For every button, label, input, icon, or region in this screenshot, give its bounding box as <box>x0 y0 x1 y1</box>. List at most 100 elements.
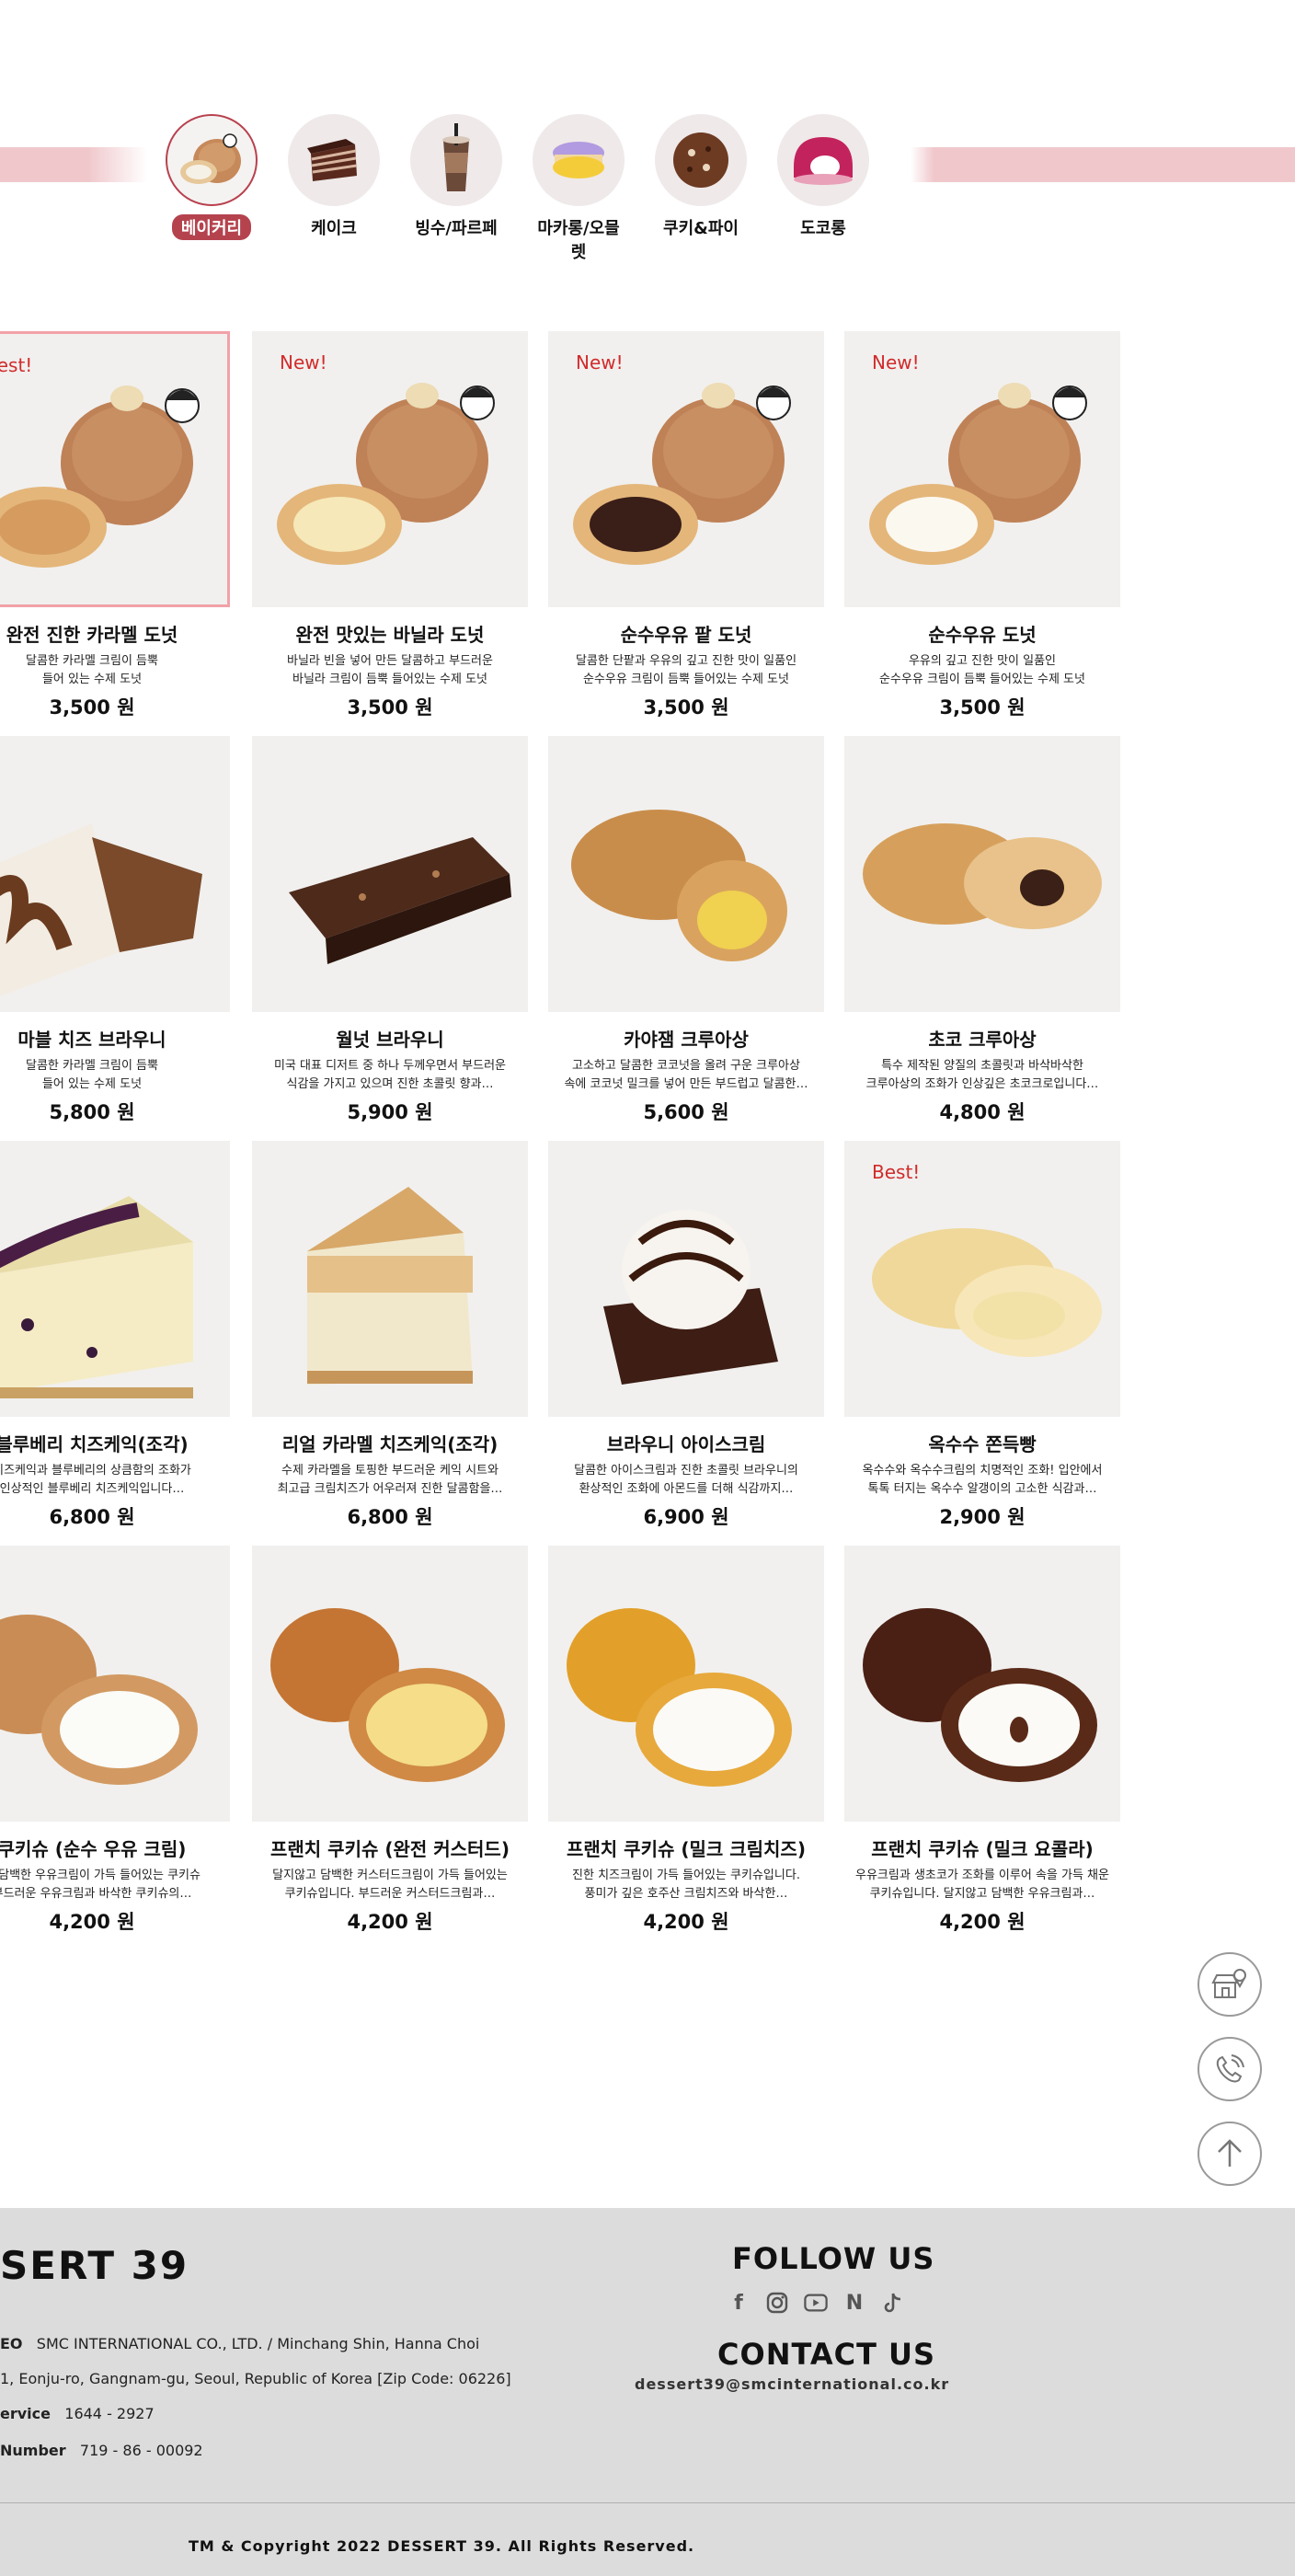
bakery-icon <box>166 114 258 206</box>
category-macaron[interactable]: 마카롱/오믈렛 <box>528 114 629 264</box>
product-price: 3,500 원 <box>49 696 135 719</box>
store-location-button[interactable] <box>1198 1952 1262 2017</box>
follow-us-heading: FOLLOW US <box>732 2241 935 2276</box>
product-image[interactable] <box>548 1141 824 1417</box>
product-name[interactable]: 초코 크루아상 <box>844 1025 1120 1052</box>
category-bingsu[interactable]: 빙수/파르페 <box>406 114 507 240</box>
product-name[interactable]: 카야잼 크루아상 <box>548 1025 824 1052</box>
product-image[interactable] <box>0 736 230 1012</box>
copyright: TM & Copyright 2022 DESSERT 39. All Righ… <box>189 2537 695 2555</box>
product-price: 6,800 원 <box>347 1506 433 1528</box>
contact-us-heading: CONTACT US <box>717 2337 936 2372</box>
product-badge: New! <box>280 351 327 374</box>
product-card[interactable]: 프랜치 쿠키슈 (밀크 요콜라) 우유크림과 생초코가 조화를 이루어 속을 가… <box>844 1546 1120 1935</box>
product-name[interactable]: 순수우유 도넛 <box>844 620 1120 647</box>
product-name[interactable]: 블루베리 치즈케익(조각) <box>0 1430 230 1456</box>
product-description: 고소하고 달콤한 코코넛을 올려 구운 크루아상 속에 코코넛 밀크를 넣어 만든… <box>564 1059 808 1091</box>
product-card[interactable]: Best! 완전 진한 카라멜 도넛 달콤한 카라멜 크림이 듬뿍들어 있는 수… <box>0 331 230 720</box>
product-description: 달콤한 카라멜 크림이 듬뿍 들어 있는 수제 도넛 <box>26 654 158 686</box>
bingsu-icon <box>410 114 502 206</box>
product-name[interactable]: 옥수수 쫀득빵 <box>844 1430 1120 1456</box>
product-image[interactable] <box>252 1141 528 1417</box>
product-image[interactable]: Best! <box>844 1141 1120 1417</box>
product-name[interactable]: 리얼 카라멜 치즈케익(조각) <box>252 1430 528 1456</box>
product-image[interactable]: New! <box>252 331 528 607</box>
product-name[interactable]: 브라우니 아이스크림 <box>548 1430 824 1456</box>
product-card[interactable]: 블루베리 치즈케익(조각) 치즈케익과 블루베리의 상큼함의 조화가 인상적인 블… <box>0 1141 230 1530</box>
product-description: 옥수수와 옥수수크림의 치명적인 조화! 입안에서 톡톡 터지는 옥수수 알갱이의… <box>862 1464 1103 1496</box>
product-image[interactable] <box>252 1546 528 1822</box>
product-description: 특수 제작된 양질의 초콜릿과 바삭바삭한 크루아상의 조화가 인상깊은 초코크로… <box>865 1059 1099 1091</box>
product-card[interactable]: Best! 옥수수 쫀득빵 옥수수와 옥수수크림의 치명적인 조화! 입안에서 톡… <box>844 1141 1120 1530</box>
social-links: f N <box>727 2291 905 2315</box>
product-name[interactable]: 완전 맛있는 바닐라 도넛 <box>252 620 528 647</box>
product-image[interactable] <box>0 1141 230 1417</box>
product-image[interactable] <box>252 736 528 1012</box>
tiktok-icon[interactable] <box>881 2291 905 2315</box>
product-name[interactable]: 쿠키슈 (순수 우유 크림) <box>0 1834 230 1861</box>
phone-button[interactable] <box>1198 2037 1262 2101</box>
category-docorong[interactable]: 도코롱 <box>773 114 874 240</box>
instagram-icon[interactable] <box>765 2291 789 2315</box>
facebook-icon[interactable]: f <box>727 2291 751 2315</box>
product-price: 3,500 원 <box>347 696 433 719</box>
product-card[interactable]: 프랜치 쿠키슈 (밀크 크림치즈) 진한 치즈크림이 가득 들어있는 쿠키슈입니… <box>548 1546 824 1935</box>
product-card[interactable]: New! 순수우유 팥 도넛 달콤한 단팥과 우유의 깊고 진한 맛이 일품인 순… <box>548 331 824 720</box>
product-description: 우유크림과 생초코가 조화를 이루어 속을 가득 채운 쿠키슈입니다. 달지않고 … <box>855 1869 1109 1901</box>
product-price: 4,200 원 <box>643 1911 729 1933</box>
footer-ceo: EO SMC INTERNATIONAL CO., LTD. / Minchan… <box>0 2335 480 2352</box>
footer-business-number: Number 719 - 86 - 00092 <box>0 2442 203 2459</box>
product-image[interactable]: Best! <box>0 331 230 607</box>
macaron-icon <box>533 114 625 206</box>
product-card[interactable]: 초코 크루아상 특수 제작된 양질의 초콜릿과 바삭바삭한 크루아상의 조화가 인… <box>844 736 1120 1125</box>
product-description: 달콤한 단팥과 우유의 깊고 진한 맛이 일품인 순수우유 크림이 듬뿍 들어있는… <box>575 654 797 686</box>
category-label: 케이크 <box>311 219 357 238</box>
youtube-icon[interactable] <box>804 2291 828 2315</box>
product-price: 5,900 원 <box>347 1101 433 1123</box>
product-badge: New! <box>576 351 624 374</box>
product-card[interactable]: 쿠키슈 (순수 우유 크림) 고 담백한 우유크림이 가득 들어있는 쿠키슈 부드… <box>0 1546 230 1935</box>
product-name[interactable]: 월넛 브라우니 <box>252 1025 528 1052</box>
product-image[interactable]: New! <box>844 331 1120 607</box>
category-label: 도코롱 <box>800 219 846 238</box>
product-card[interactable]: 프랜치 쿠키슈 (완전 커스터드) 달지않고 담백한 커스터드크림이 가득 들어… <box>252 1546 528 1935</box>
scroll-top-button[interactable] <box>1198 2122 1262 2186</box>
product-description: 달콤한 아이스크림과 진한 초콜릿 브라우니의 환상적인 조화에 아몬드를 더해 … <box>574 1464 798 1496</box>
product-description: 미국 대표 디저트 중 하나 두께우면서 부드러운 식감을 가지고 있으며 진한 … <box>273 1059 507 1091</box>
product-name[interactable]: 프랜치 쿠키슈 (밀크 크림치즈) <box>548 1834 824 1861</box>
category-cookie[interactable]: 쿠키&파이 <box>650 114 751 240</box>
product-price: 6,900 원 <box>643 1506 729 1528</box>
product-card[interactable]: New! 순수우유 도넛 우유의 깊고 진한 맛이 일품인 순수우유 크림이 듬뿍… <box>844 331 1120 720</box>
category-label: 마카롱/오믈렛 <box>537 219 620 262</box>
product-card[interactable]: New! 완전 맛있는 바닐라 도넛 바닐라 빈을 넣어 만든 달콤하고 부드러… <box>252 331 528 720</box>
product-card[interactable]: 브라우니 아이스크림 달콤한 아이스크림과 진한 초콜릿 브라우니의 환상적인 조… <box>548 1141 824 1530</box>
product-name[interactable]: 완전 진한 카라멜 도넛 <box>0 620 230 647</box>
product-image[interactable]: New! <box>548 331 824 607</box>
product-name[interactable]: 프랜치 쿠키슈 (밀크 요콜라) <box>844 1834 1120 1861</box>
product-price: 4,800 원 <box>939 1101 1026 1123</box>
category-band-right <box>911 147 1295 182</box>
footer-divider <box>0 2502 1295 2503</box>
product-name[interactable]: 마블 치즈 브라우니 <box>0 1025 230 1052</box>
naver-icon[interactable]: N <box>842 2291 866 2315</box>
product-name[interactable]: 순수우유 팥 도넛 <box>548 620 824 647</box>
product-name[interactable]: 프랜치 쿠키슈 (완전 커스터드) <box>252 1834 528 1861</box>
cake-icon <box>288 114 380 206</box>
product-image[interactable] <box>548 1546 824 1822</box>
product-image[interactable] <box>844 1546 1120 1822</box>
product-image[interactable] <box>844 736 1120 1012</box>
product-price: 5,600 원 <box>643 1101 729 1123</box>
category-cake[interactable]: 케이크 <box>283 114 384 240</box>
cookie-icon <box>655 114 747 206</box>
product-price: 3,500 원 <box>939 696 1026 719</box>
product-card[interactable]: 리얼 카라멜 치즈케익(조각) 수제 카라멜을 토핑한 부드러운 케익 시트와 최… <box>252 1141 528 1530</box>
product-image[interactable] <box>0 1546 230 1822</box>
product-image[interactable] <box>548 736 824 1012</box>
category-bakery[interactable]: 베이커리 <box>161 114 262 240</box>
product-card[interactable]: 마블 치즈 브라우니 달콤한 카라멜 크림이 듬뿍 들어 있는 수제 도넛 5,8… <box>0 736 230 1125</box>
product-card[interactable]: 월넛 브라우니 미국 대표 디저트 중 하나 두께우면서 부드러운 식감을 가지고… <box>252 736 528 1125</box>
product-description: 달지않고 담백한 커스터드크림이 가득 들어있는 쿠키슈입니다. 부드러운 커스터… <box>272 1869 508 1901</box>
contact-email[interactable]: dessert39@smcinternational.co.kr <box>635 2375 949 2393</box>
product-badge: New! <box>872 351 920 374</box>
product-card[interactable]: 카야잼 크루아상 고소하고 달콤한 코코넛을 올려 구운 크루아상 속에 코코넛 … <box>548 736 824 1125</box>
